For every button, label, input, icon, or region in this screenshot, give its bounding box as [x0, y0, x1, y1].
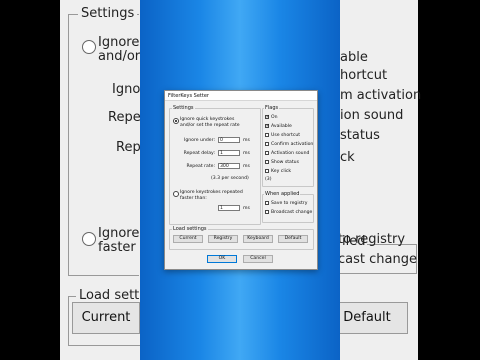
flags-group-label: Flags [264, 105, 280, 111]
repeat-delay-unit: ms [243, 151, 250, 156]
when-applied-group [262, 194, 314, 223]
radio-ignore-repeated-label-2: faster than: [180, 196, 207, 201]
repeat-rate-label: Repeat rate: [186, 164, 215, 169]
flag-use-shortcut-checkbox[interactable] [265, 133, 269, 137]
flag-show-status-label: Show status [271, 159, 299, 165]
bg-settings-label: Settings [78, 6, 138, 21]
flag-confirm-activation-checkbox[interactable] [265, 142, 269, 146]
bg-cast-change: cast change [338, 252, 417, 267]
flag-key-click-label: Key click [271, 168, 292, 174]
flag-available-label: Available [271, 123, 292, 129]
bg-to-registry: to registry [338, 232, 406, 247]
load-settings-label: Load settings [172, 226, 208, 232]
bg-confirm: m activation [340, 88, 422, 103]
bg-sound: ion sound [340, 108, 404, 123]
ignore-under-input[interactable]: 0 [218, 137, 240, 143]
repeat-rate-unit: ms [243, 164, 250, 169]
radio-ignore-repeated-label-1: Ignore keystrokes repeated [180, 190, 243, 195]
load-current-button[interactable]: Current [173, 235, 203, 243]
bg-ck: ck [340, 150, 355, 165]
flags-value: (3) [265, 177, 272, 182]
flag-activation-sound-checkbox[interactable] [265, 151, 269, 155]
load-registry-button[interactable]: Registry [208, 235, 238, 243]
per-second-note: (3.3 per second) [211, 176, 249, 181]
title-bar[interactable]: FilterKeys Setter [165, 91, 317, 101]
repeat-delay-input[interactable]: 1 [218, 150, 240, 156]
save-to-registry-label: Save to registry [271, 200, 308, 206]
when-applied-label: When applied [264, 191, 301, 197]
flag-on-label: On [271, 114, 278, 120]
ignore-under-label: Ignore under: [184, 138, 215, 143]
flag-use-shortcut-label: Use shortcut [271, 132, 301, 138]
load-default-button[interactable]: Default [278, 235, 308, 243]
flag-confirm-activation-label: Confirm activation [271, 141, 314, 147]
repeat-rate-input[interactable]: 300 [218, 163, 240, 169]
load-keyboard-button[interactable]: Keyboard [243, 235, 273, 243]
dialog-title: FilterKeys Setter [168, 93, 209, 99]
flag-available-checkbox[interactable] [265, 123, 270, 129]
bounce-unit: ms [243, 206, 250, 211]
flag-on-checkbox[interactable] [265, 114, 270, 120]
ignore-under-unit: ms [243, 138, 250, 143]
bg-status: status [340, 128, 380, 143]
flag-key-click-checkbox[interactable] [265, 169, 269, 173]
bg-current-button: Current [72, 302, 140, 334]
cancel-button[interactable]: Cancel [243, 255, 273, 263]
flag-activation-sound-label: Activation sound [271, 150, 310, 156]
radio-ignore-quick[interactable] [173, 118, 179, 124]
flag-show-status-checkbox[interactable] [265, 160, 269, 164]
radio-ignore-quick-label-2: and/or set the repeat rate [180, 123, 240, 128]
settings-group-label: Settings [172, 105, 195, 111]
broadcast-change-label: Broadcast change [271, 209, 313, 215]
filterkeys-setter-dialog: FilterKeys Setter Settings Ignore quick … [164, 90, 318, 270]
ok-button[interactable]: OK [207, 255, 237, 263]
broadcast-change-checkbox[interactable] [265, 210, 269, 214]
bg-able: able [340, 50, 368, 65]
bounce-input[interactable]: 1 [218, 205, 240, 211]
radio-ignore-repeated[interactable] [173, 191, 179, 197]
bg-shortcut: hortcut [340, 68, 388, 83]
radio-ignore-quick-label-1: Ignore quick keystrokes [180, 117, 235, 122]
repeat-delay-label: Repeat delay: [183, 151, 215, 156]
bg-radio-1 [82, 40, 96, 54]
bg-radio-2 [82, 232, 96, 246]
save-to-registry-checkbox[interactable] [265, 201, 269, 205]
